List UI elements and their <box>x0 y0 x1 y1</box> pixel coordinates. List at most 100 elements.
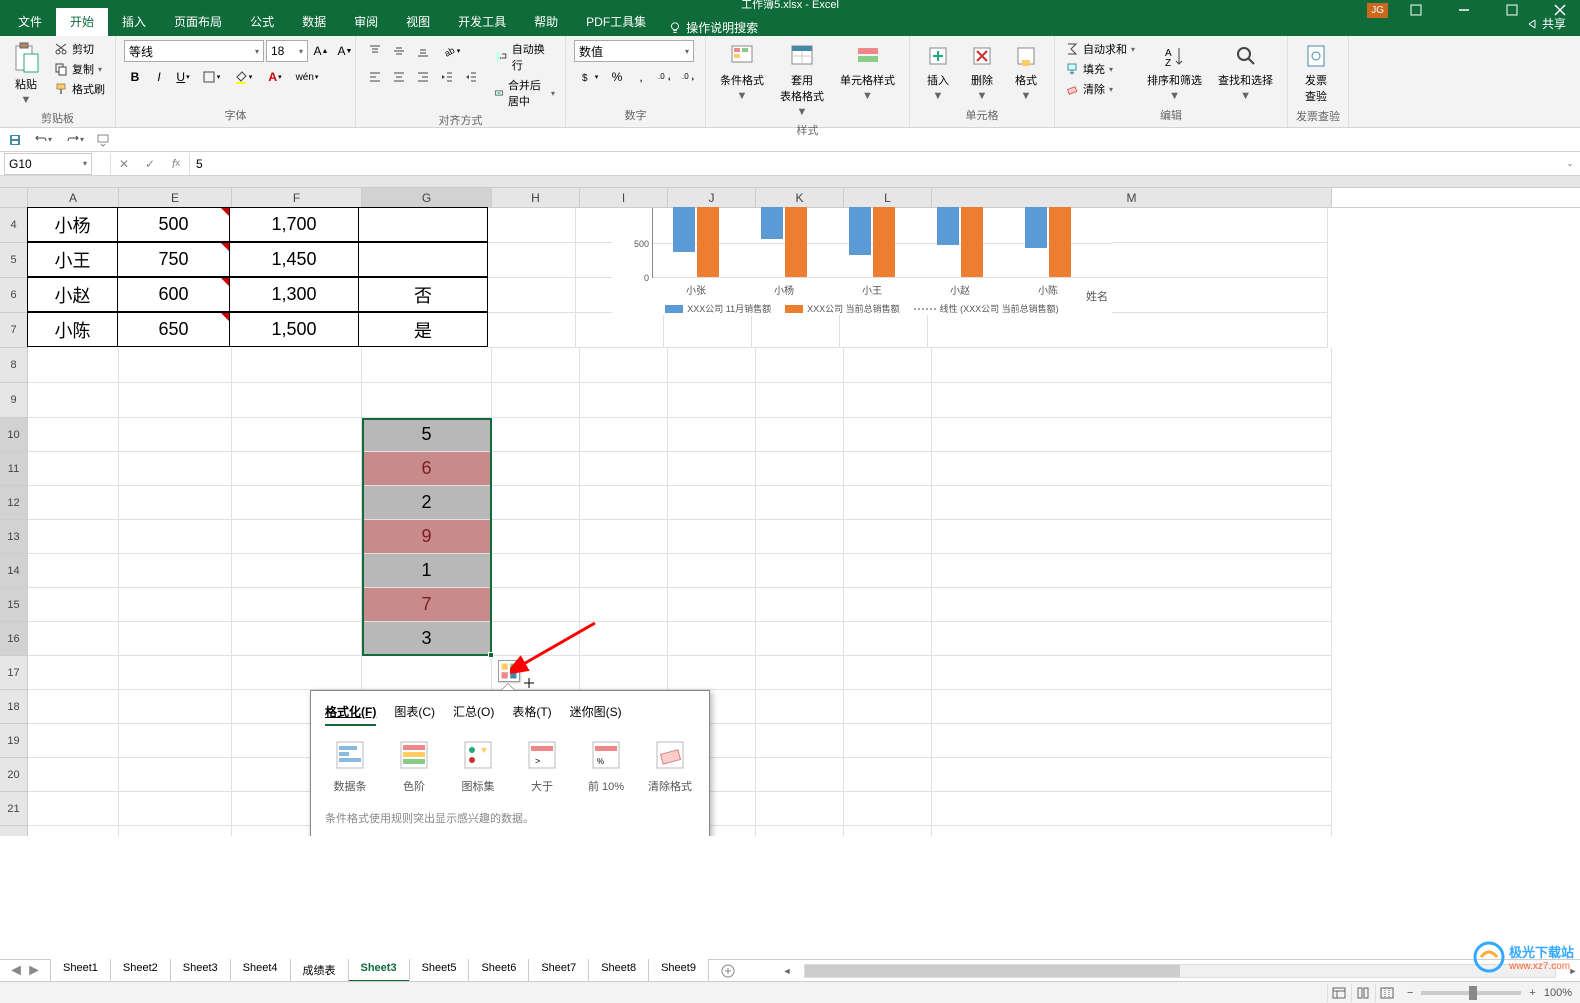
qa-tab-charts[interactable]: 图表(C) <box>394 703 435 726</box>
cell-G14[interactable]: 1 <box>362 554 492 588</box>
cell-H8[interactable] <box>492 348 580 383</box>
tab-help[interactable]: 帮助 <box>520 7 572 36</box>
cell-A5[interactable]: 小王 <box>27 242 118 277</box>
cell-A19[interactable] <box>28 724 119 758</box>
cell-I14[interactable] <box>580 554 668 588</box>
formula-input[interactable]: 5 <box>190 157 1560 171</box>
row-header-21[interactable]: 21 <box>0 792 28 826</box>
cell-L8[interactable] <box>844 348 932 383</box>
row-header-6[interactable]: 6 <box>0 278 28 313</box>
cell-J8[interactable] <box>668 348 756 383</box>
cell-A11[interactable] <box>28 452 119 486</box>
cell-J7[interactable] <box>664 313 752 348</box>
cell-K7[interactable] <box>752 313 840 348</box>
cell-E8[interactable] <box>119 348 232 383</box>
cell-J9[interactable] <box>668 383 756 418</box>
align-left-button[interactable] <box>364 66 386 88</box>
comma-button[interactable]: , <box>630 66 652 88</box>
sheet-nav-prev[interactable]: ◄ <box>8 963 24 979</box>
zoom-out-button[interactable]: − <box>1407 987 1413 999</box>
tab-pdf-tools[interactable]: PDF工具集 <box>572 7 660 36</box>
col-header-L[interactable]: L <box>844 188 932 207</box>
expand-formula-bar-button[interactable]: ⌄ <box>1560 159 1580 168</box>
cell-A8[interactable] <box>28 348 119 383</box>
row-header-4[interactable]: 4 <box>0 208 28 243</box>
qa-tab-tables[interactable]: 表格(T) <box>512 703 551 726</box>
fill-color-button[interactable]: ▾ <box>228 66 258 88</box>
align-bottom-button[interactable] <box>412 40 434 62</box>
insert-cells-button[interactable]: 插入▼ <box>918 40 958 104</box>
cell-A6[interactable]: 小赵 <box>27 277 118 312</box>
phonetic-button[interactable]: wén▾ <box>292 66 322 88</box>
cell-M10[interactable] <box>932 418 1332 452</box>
cell-F11[interactable] <box>232 452 362 486</box>
cell-F12[interactable] <box>232 486 362 520</box>
align-middle-button[interactable] <box>388 40 410 62</box>
cell-J10[interactable] <box>668 418 756 452</box>
cell-F15[interactable] <box>232 588 362 622</box>
cell-G13[interactable]: 9 <box>362 520 492 554</box>
increase-decimal-button[interactable]: .0 <box>654 66 676 88</box>
copy-button[interactable]: 复制▾ <box>52 60 107 78</box>
cut-button[interactable]: 剪切 <box>52 40 107 58</box>
cell-H10[interactable] <box>492 418 580 452</box>
conditional-format-button[interactable]: 条件格式▼ <box>714 40 770 104</box>
cell-F7[interactable]: 1,500 <box>229 312 359 347</box>
cell-L17[interactable] <box>844 656 932 690</box>
tab-data[interactable]: 数据 <box>288 7 340 36</box>
col-header-M[interactable]: M <box>932 188 1332 207</box>
qat-redo-button[interactable]: ▾ <box>60 130 90 150</box>
cell-H15[interactable] <box>492 588 580 622</box>
zoom-slider[interactable] <box>1421 991 1521 995</box>
tab-file[interactable]: 文件 <box>4 7 56 36</box>
cell-H9[interactable] <box>492 383 580 418</box>
cell-L9[interactable] <box>844 383 932 418</box>
cell-H11[interactable] <box>492 452 580 486</box>
row-header-13[interactable]: 13 <box>0 520 28 554</box>
zoom-level[interactable]: 100% <box>1544 987 1572 999</box>
cell-J11[interactable] <box>668 452 756 486</box>
cell-E7[interactable]: 650 <box>117 312 230 347</box>
cell-A10[interactable] <box>28 418 119 452</box>
cell-I10[interactable] <box>580 418 668 452</box>
cell-H7[interactable] <box>488 313 576 348</box>
cell-M18[interactable] <box>932 690 1332 724</box>
cell-M19[interactable] <box>932 724 1332 758</box>
cell-G8[interactable] <box>362 348 492 383</box>
cell-A16[interactable] <box>28 622 119 656</box>
cell-J17[interactable] <box>668 656 756 690</box>
accounting-format-button[interactable]: $▾ <box>574 66 604 88</box>
cell-I9[interactable] <box>580 383 668 418</box>
bold-button[interactable]: B <box>124 66 146 88</box>
cell-A17[interactable] <box>28 656 119 690</box>
cell-E15[interactable] <box>119 588 232 622</box>
cell-M22[interactable] <box>932 826 1332 836</box>
tell-me-search[interactable]: 操作说明搜索 <box>668 19 758 36</box>
sheet-tab[interactable]: Sheet2 <box>110 959 171 982</box>
cell-I15[interactable] <box>580 588 668 622</box>
cell-G10[interactable]: 5 <box>362 418 492 452</box>
qat-save-button[interactable] <box>4 130 26 150</box>
view-page-break-button[interactable] <box>1375 984 1399 1002</box>
cell-K18[interactable] <box>756 690 844 724</box>
cell-J12[interactable] <box>668 486 756 520</box>
cell-L19[interactable] <box>844 724 932 758</box>
cell-L15[interactable] <box>844 588 932 622</box>
sheet-tab[interactable]: Sheet9 <box>648 959 709 982</box>
cell-J16[interactable] <box>668 622 756 656</box>
cell-E13[interactable] <box>119 520 232 554</box>
cell-K9[interactable] <box>756 383 844 418</box>
cell-F17[interactable] <box>232 656 362 690</box>
cell-M13[interactable] <box>932 520 1332 554</box>
cell-M16[interactable] <box>932 622 1332 656</box>
row-header-20[interactable]: 20 <box>0 758 28 792</box>
col-header-A[interactable]: A <box>28 188 119 207</box>
cell-J13[interactable] <box>668 520 756 554</box>
row-header-17[interactable]: 17 <box>0 656 28 690</box>
sort-filter-button[interactable]: AZ排序和筛选▼ <box>1141 40 1208 104</box>
tab-view[interactable]: 视图 <box>392 7 444 36</box>
tab-formulas[interactable]: 公式 <box>236 7 288 36</box>
cell-K20[interactable] <box>756 758 844 792</box>
cell-M21[interactable] <box>932 792 1332 826</box>
cell-A15[interactable] <box>28 588 119 622</box>
